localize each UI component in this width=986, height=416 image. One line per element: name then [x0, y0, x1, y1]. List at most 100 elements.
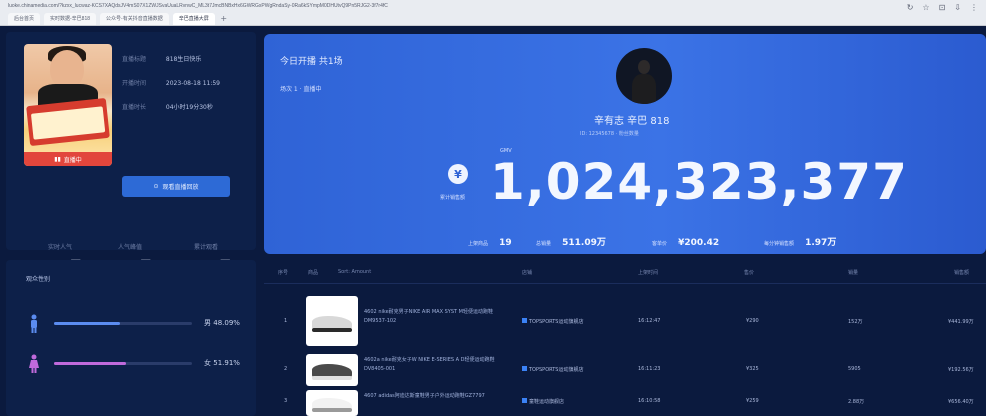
streamer-sub: ID: 12345678 · 粉丝数量 — [580, 131, 639, 137]
info-title-key: 直播标题 — [122, 56, 147, 63]
female-value: 51.91% — [213, 359, 240, 367]
row-index: 2 — [284, 366, 288, 372]
refresh-icon[interactable]: ↻ — [907, 4, 914, 12]
live-icon: ▮▮ — [54, 155, 61, 163]
th-time[interactable]: 上架时间 — [638, 269, 658, 276]
download-icon[interactable]: ⇩ — [954, 4, 961, 12]
info-start-value: 2023-08-18 11:59 — [165, 80, 220, 87]
row-time: 16:11:23 — [638, 366, 661, 372]
tab-dashboard[interactable]: 辛巴直播大屏 — [172, 13, 215, 25]
male-percent: 男 48.09% — [204, 318, 240, 328]
metric-key: 总销量 — [536, 241, 552, 247]
star-icon[interactable]: ☆ — [922, 4, 929, 12]
yen-label: 累计销售额 — [440, 195, 466, 201]
th-product[interactable]: 商品 — [308, 269, 318, 276]
shoe-sole — [312, 328, 352, 332]
metric-unit-price: 客单价 ¥200.42 — [652, 230, 719, 249]
hero-title: 今日开播 共1场 — [280, 57, 343, 67]
metric-value: 19 — [499, 238, 512, 248]
replay-icon: ⊙ — [153, 183, 159, 190]
th-sales[interactable]: 销量 — [848, 269, 858, 276]
male-progress-fill — [54, 322, 121, 325]
new-tab-icon[interactable]: + — [219, 13, 229, 25]
product-thumbnail[interactable] — [306, 390, 358, 416]
stat-label: 累计观看 — [193, 244, 218, 251]
live-label: 直播中 — [63, 156, 82, 164]
table-row[interactable]: 1 4602 nike耐克男子NIKE AIR MAX SYST M轻便运动跑鞋… — [264, 292, 986, 350]
replay-button[interactable]: ⊙ 观看直播回放 — [122, 176, 230, 197]
row-index: 1 — [284, 318, 288, 324]
tab-strip: 后台首页 实时数据-辛巴818 公众号-有关抖音直播数据 辛巴直播大屏 + — [8, 13, 229, 25]
info-duration-row: 直播时长 04小时19分30秒 — [122, 102, 213, 111]
tab-home[interactable]: 后台首页 — [8, 13, 41, 25]
shop-name: TOPSPORTS运动旗舰店 — [529, 319, 584, 325]
streamer-avatar[interactable] — [616, 48, 672, 104]
row-shop[interactable]: TOPSPORTS运动旗舰店 — [522, 366, 583, 373]
metric-key: 每分钟销售额 — [764, 241, 795, 247]
metric-per-minute: 每分钟销售额 1.97万 — [764, 230, 836, 249]
row-shop[interactable]: TOPSPORTS运动旗舰店 — [522, 318, 583, 325]
tab-official[interactable]: 公众号-有关抖音直播数据 — [100, 13, 169, 25]
male-progress-track — [54, 322, 192, 325]
browser-toolbar: ↻ ☆ ⊡ ⇩ ⋮ — [907, 4, 978, 12]
streamer-name: 辛有志 辛巴 818 — [594, 116, 670, 127]
address-bar[interactable]: luoke.chinamedia.com/?kzxx_lucwaz-KCS7XA… — [8, 3, 566, 12]
shop-icon — [522, 366, 527, 371]
row-price: ¥290 — [746, 318, 759, 324]
product-table: 序号 商品 Sort: Amount 店铺 上架时间 售价 销量 销售额 1 4… — [264, 262, 986, 416]
table-row[interactable]: 3 4607 adidas阿迪达斯童鞋男子户外运动跑鞋GZ7797 童鞋运动旗舰… — [264, 386, 986, 416]
gender-male-row: 男 48.09% — [28, 314, 248, 334]
metric-sales: 总销量 511.09万 — [536, 230, 606, 249]
gmv-value: 1,024,323,377 — [490, 153, 908, 211]
avatar-body — [632, 74, 656, 104]
menu-icon[interactable]: ⋮ — [970, 4, 978, 12]
hero-status: 场次 1 · 直播中 — [280, 86, 322, 93]
female-icon — [29, 354, 39, 373]
gender-female-row: 女 51.91% — [28, 354, 248, 374]
table-header: 序号 商品 Sort: Amount 店铺 上架时间 售价 销量 销售额 — [264, 262, 986, 284]
th-price[interactable]: 售价 — [744, 269, 754, 276]
info-title-row: 直播标题 818生日快乐 — [122, 54, 201, 63]
metric-value: 1.97万 — [805, 238, 837, 248]
row-amount: ¥656.40万 — [948, 399, 974, 405]
row-sales: 2.88万 — [848, 399, 865, 405]
live-cover-image[interactable]: ▮▮ 直播中 — [24, 44, 112, 166]
metric-key: 上架商品 — [468, 241, 489, 247]
female-label: 女 — [204, 359, 211, 367]
th-sort[interactable]: Sort: Amount — [338, 269, 371, 275]
tab-realtime[interactable]: 实时数据-辛巴818 — [44, 13, 97, 25]
product-thumbnail[interactable] — [306, 296, 358, 346]
stat-label: 人气峰值 — [117, 244, 142, 251]
row-index: 3 — [284, 398, 288, 404]
th-index[interactable]: 序号 — [278, 269, 288, 276]
row-price: ¥259 — [746, 398, 759, 404]
female-progress-track — [54, 362, 192, 365]
row-shop[interactable]: 童鞋运动旗舰店 — [522, 398, 564, 405]
extension-icon[interactable]: ⊡ — [939, 4, 946, 12]
th-amount[interactable]: 销售额 — [954, 269, 969, 276]
product-name[interactable]: 4602 nike耐克男子NIKE AIR MAX SYST M轻便运动跑鞋DM… — [364, 308, 514, 326]
row-amount: ¥441.99万 — [948, 319, 974, 325]
male-label: 男 — [204, 319, 211, 327]
info-duration-key: 直播时长 — [122, 104, 147, 111]
room-info-panel: ▮▮ 直播中 直播标题 818生日快乐 开播时间 2023-08-18 11:5… — [6, 32, 256, 271]
browser-chrome: luoke.chinamedia.com/?kzxx_lucwaz-KCS7XA… — [0, 0, 986, 26]
metric-products: 上架商品 19 — [468, 230, 512, 249]
replay-button-label: 观看直播回放 — [162, 184, 199, 191]
metric-value: 511.09万 — [562, 238, 606, 248]
row-time: 16:12:47 — [638, 318, 661, 324]
shoe-sole — [312, 376, 352, 380]
row-amount: ¥192.56万 — [948, 367, 974, 373]
info-start-row: 开播时间 2023-08-18 11:59 — [122, 78, 220, 87]
info-duration-value: 04小时19分30秒 — [165, 104, 213, 111]
cover-face — [50, 50, 84, 88]
product-name[interactable]: 4602a nike耐克女子W NIKE E-SERIES A D轻便运动跑鞋D… — [364, 356, 514, 374]
gender-title: 观众性别 — [26, 276, 51, 283]
product-name[interactable]: 4607 adidas阿迪达斯童鞋男子户外运动跑鞋GZ7797 — [364, 392, 514, 401]
info-start-key: 开播时间 — [122, 80, 147, 87]
row-time: 16:10:58 — [638, 398, 661, 404]
male-value: 48.09% — [213, 319, 240, 327]
th-shop[interactable]: 店铺 — [522, 269, 532, 276]
product-thumbnail[interactable] — [306, 354, 358, 386]
metric-key: 客单价 — [652, 241, 668, 247]
